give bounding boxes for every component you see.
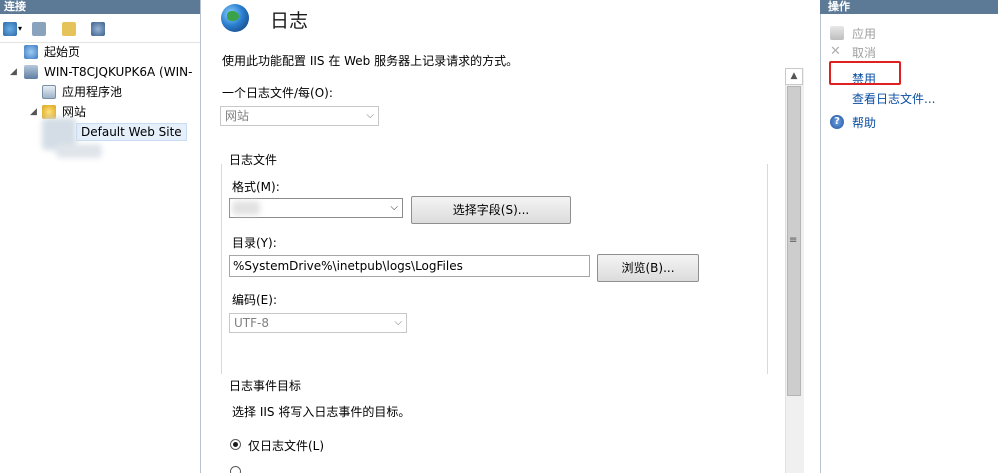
format-label: 格式(M):: [232, 180, 280, 194]
chevron-down-icon: ⌵: [390, 202, 398, 213]
log-file-group-title: 日志文件: [229, 153, 278, 167]
one-log-file-label: 一个日志文件/每(O):: [222, 86, 333, 100]
radio-partial[interactable]: [230, 466, 241, 473]
event-dest-description: 选择 IIS 将写入日志事件的目标。: [232, 405, 411, 419]
directory-input[interactable]: %SystemDrive%\inetpub\logs\LogFiles: [229, 255, 590, 277]
apply-icon: [830, 26, 844, 40]
group-border: [221, 164, 222, 374]
disconnect-icon[interactable]: [91, 22, 105, 36]
save-icon[interactable]: [32, 22, 46, 36]
logging-globe-icon: [221, 4, 249, 32]
chevron-down-icon: ⌵: [366, 110, 374, 121]
view-log-files-action[interactable]: 查看日志文件...: [852, 90, 935, 107]
group-border: [767, 164, 768, 374]
collapse-icon[interactable]: ◢: [30, 103, 37, 121]
chevron-down-icon: ⌵: [394, 317, 402, 328]
scroll-up-icon[interactable]: ▲: [785, 68, 803, 85]
event-dest-group-title: 日志事件目标: [229, 379, 302, 393]
connections-header: 连接: [0, 0, 200, 14]
collapse-icon[interactable]: ◢: [10, 63, 17, 81]
up-folder-icon[interactable]: [62, 22, 76, 36]
highlight-annotation: [829, 61, 901, 85]
encoding-label: 编码(E):: [232, 293, 277, 307]
help-icon: ?: [830, 115, 844, 129]
radio-log-only[interactable]: [230, 439, 241, 450]
radio-log-only-label[interactable]: 仅日志文件(L): [248, 437, 324, 454]
redacted-area: [56, 144, 102, 158]
tree-item-server[interactable]: ◢ WIN-T8CJQKUPK6A (WIN-: [0, 63, 200, 81]
connections-toolbar: ▾: [0, 18, 200, 42]
dropdown-arrow-icon[interactable]: ▾: [18, 24, 24, 38]
actions-header: 操作: [820, 0, 998, 14]
scroll-grip-icon: ≡: [789, 235, 798, 246]
page-title: 日志: [270, 10, 309, 32]
sites-folder-icon: [42, 105, 56, 119]
tree-item-start-page[interactable]: 起始页: [10, 43, 190, 61]
app-pool-icon: [42, 85, 56, 99]
connect-icon[interactable]: [3, 22, 17, 36]
page-description: 使用此功能配置 IIS 在 Web 服务器上记录请求的方式。: [222, 54, 519, 68]
cancel-action[interactable]: 取消: [852, 44, 876, 61]
cancel-icon: ✕: [830, 44, 841, 59]
tree-item-app-pools[interactable]: 应用程序池: [30, 83, 200, 101]
partial-radio-row: [230, 466, 290, 473]
one-log-file-select[interactable]: 网站 ⌵: [220, 106, 379, 126]
start-page-icon: [24, 45, 38, 59]
server-icon: [24, 65, 38, 79]
browse-button[interactable]: 浏览(B)...: [597, 254, 699, 282]
help-action[interactable]: 帮助: [852, 114, 876, 131]
select-fields-button[interactable]: 选择字段(S)...: [411, 196, 571, 224]
apply-action[interactable]: 应用: [852, 25, 876, 42]
tree-item-default-web-site[interactable]: Default Web Site: [60, 123, 200, 141]
encoding-select[interactable]: UTF-8 ⌵: [229, 313, 407, 333]
directory-label: 目录(Y):: [232, 236, 277, 250]
redacted-area: [232, 201, 260, 215]
